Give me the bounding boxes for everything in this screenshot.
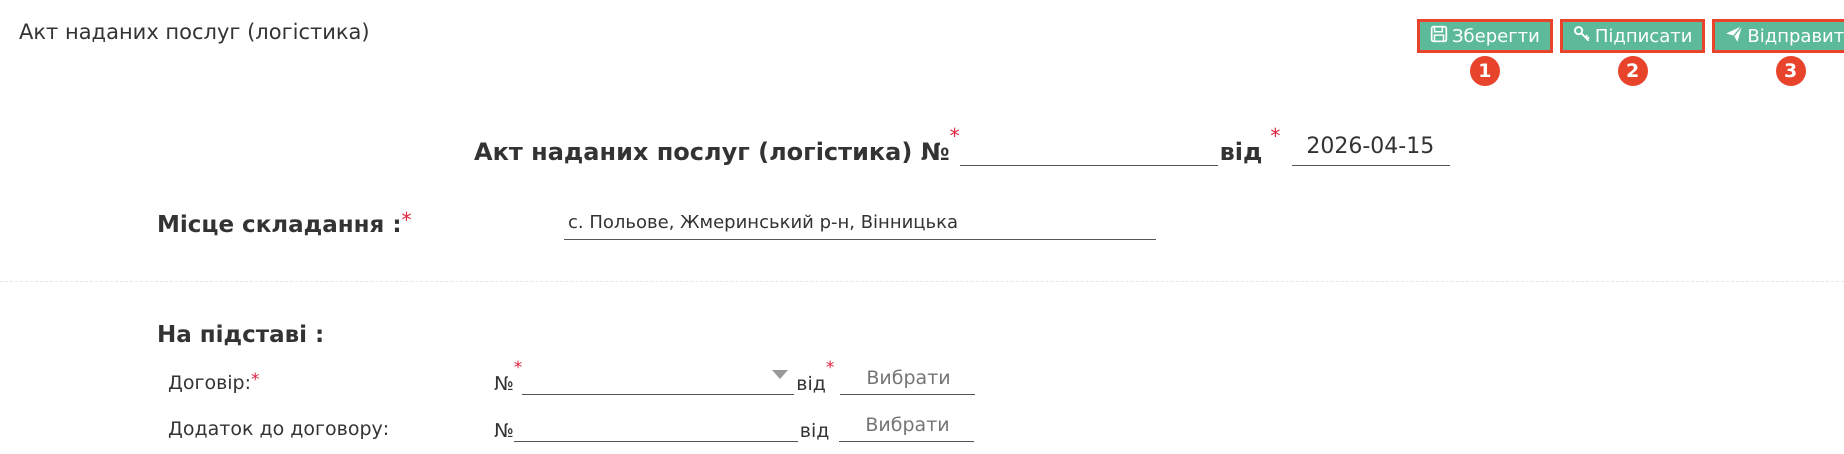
addendum-number-input[interactable] bbox=[513, 406, 798, 442]
sign-button-label: Підписати bbox=[1594, 25, 1693, 47]
paper-plane-icon bbox=[1725, 25, 1743, 48]
place-label: Місце складання : bbox=[157, 212, 402, 238]
place-input[interactable] bbox=[564, 206, 1156, 240]
contract-fields-row: № * від * bbox=[494, 358, 976, 395]
document-heading-row: Акт наданих послуг (логістика) № * від * bbox=[474, 124, 1451, 166]
step-badge-2: 2 bbox=[1617, 56, 1648, 86]
required-mark: * bbox=[513, 358, 523, 378]
step-badge-3: 3 bbox=[1775, 56, 1806, 86]
addendum-label: Додаток до договору: bbox=[168, 418, 390, 440]
required-mark: * bbox=[251, 370, 260, 390]
save-button-wrap: Зберегти 1 bbox=[1417, 19, 1553, 86]
sign-button[interactable]: Підписати bbox=[1559, 19, 1706, 53]
required-mark: * bbox=[825, 358, 835, 378]
addendum-date-from-label: від bbox=[799, 420, 830, 442]
addendum-fields-row: № від bbox=[494, 406, 975, 442]
required-mark: * bbox=[949, 124, 960, 148]
required-mark: * bbox=[1270, 124, 1281, 148]
floppy-disk-icon bbox=[1430, 25, 1448, 48]
place-label-row: Місце складання : * bbox=[157, 208, 412, 238]
save-button-label: Зберегти bbox=[1452, 25, 1540, 47]
contract-number-select[interactable] bbox=[522, 358, 795, 395]
contract-label-row: Договір: * bbox=[168, 370, 260, 394]
chevron-down-icon bbox=[772, 370, 789, 379]
section-divider bbox=[0, 281, 1844, 282]
contract-date-input[interactable] bbox=[840, 361, 976, 395]
page-title: Акт наданих послуг (логістика) bbox=[19, 20, 370, 44]
key-icon bbox=[1573, 25, 1591, 48]
send-button-label: Відправити bbox=[1747, 25, 1844, 47]
addendum-number-prefix: № bbox=[494, 420, 514, 442]
send-button-wrap: Відправити 3 bbox=[1712, 19, 1844, 86]
document-heading: Акт наданих послуг (логістика) № bbox=[474, 138, 950, 166]
step-badge-1: 1 bbox=[1469, 56, 1500, 86]
save-button[interactable]: Зберегти bbox=[1417, 19, 1553, 53]
document-date-from-label: від bbox=[1219, 138, 1263, 166]
contract-number-prefix: № bbox=[494, 373, 514, 395]
basis-heading: На підставі : bbox=[157, 322, 325, 348]
addendum-date-input[interactable] bbox=[839, 408, 975, 442]
document-number-input[interactable] bbox=[959, 132, 1218, 166]
send-button[interactable]: Відправити bbox=[1712, 19, 1844, 53]
document-date-input[interactable] bbox=[1292, 128, 1451, 166]
toolbar: Зберегти 1 Підписати 2 Відправити 3 bbox=[1417, 19, 1844, 86]
required-mark: * bbox=[401, 208, 412, 232]
sign-button-wrap: Підписати 2 bbox=[1559, 19, 1706, 86]
contract-date-from-label: від bbox=[796, 373, 826, 395]
contract-label: Договір: bbox=[168, 372, 252, 394]
